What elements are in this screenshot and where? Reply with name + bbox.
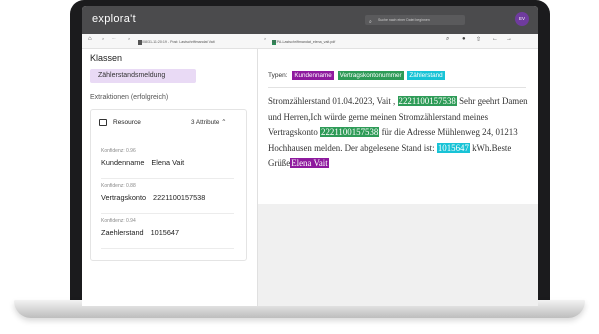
sidebar-left: Klassen Zählerstandsmeldung Extraktionen… <box>82 49 258 306</box>
types-label: Typen: <box>268 72 288 79</box>
entity-highlight-vertragskonto[interactable]: 2221100157538 <box>320 127 380 137</box>
divider <box>268 87 526 88</box>
breadcrumb-separator: > <box>128 37 131 41</box>
search-placeholder: Suche nach einer Datei beginnen <box>378 18 430 22</box>
extraktionen-title: Extraktionen (erfolgreich) <box>90 94 169 101</box>
document-viewer: Typen: Kundenname Vertragskontonummer Zä… <box>258 49 538 306</box>
breadcrumb-ellipsis[interactable]: ··· <box>112 37 116 41</box>
resource-name: Resource <box>113 119 141 126</box>
zoom-icon[interactable]: ⌕ <box>446 36 449 43</box>
attribute-key: Vertragskonto <box>101 193 147 202</box>
document-text: Stromzählerstand 01.04.2023, Vait , 2221… <box>268 96 528 168</box>
attribute-key: Zaehlerstand <box>101 228 144 237</box>
search-input[interactable]: ⌕ Suche nach einer Datei beginnen <box>365 15 465 25</box>
search-icon: ⌕ <box>369 19 372 25</box>
divider <box>101 213 234 214</box>
attribute-confidence: Konfidenz: 0.94 <box>101 218 136 224</box>
types-legend: Typen: Kundenname Vertragskontonummer Zä… <box>268 71 447 80</box>
type-chip-kundenname[interactable]: Kundenname <box>292 71 334 80</box>
attribute-count-toggle[interactable]: 3 Attribute ⌃ <box>191 119 226 126</box>
avatar[interactable]: EV <box>515 12 529 26</box>
share-icon[interactable]: ⇧ <box>476 36 481 43</box>
chevron-up-icon[interactable]: ⌃ <box>221 119 226 126</box>
attribute-value: 1015647 <box>150 228 180 237</box>
attribute-item: Konfidenz: 0.96 Kundenname Elena Vait <box>101 148 234 167</box>
entity-highlight-vertragskonto[interactable]: 2221100157538 <box>397 96 457 106</box>
class-chip[interactable]: Zählerstandsmeldung <box>90 69 196 83</box>
divider <box>101 178 234 179</box>
help-icon[interactable]: ● <box>462 36 466 42</box>
klassen-title: Klassen <box>90 53 123 63</box>
attribute-item: Konfidenz: 0.88 Vertragskonto 22211001575… <box>101 183 234 202</box>
viewer-background <box>258 204 538 306</box>
attribute-confidence: Konfidenz: 0.88 <box>101 183 136 189</box>
back-arrow-icon[interactable]: ← <box>492 36 498 42</box>
home-icon[interactable]: ⌂ <box>88 36 92 42</box>
type-chip-zaehlerstand[interactable]: Zählerstand <box>407 71 445 80</box>
entity-highlight-kundenname[interactable]: Elena Vait <box>290 158 329 168</box>
type-chip-vertragskontonummer[interactable]: Vertragskontonummer <box>337 71 404 80</box>
breadcrumb-separator: > <box>102 37 105 41</box>
app-screen: explora't ⌕ Suche nach einer Datei begin… <box>82 6 538 306</box>
divider <box>101 248 234 249</box>
forward-arrow-icon[interactable]: → <box>506 36 512 42</box>
attribute-value: Elena Vait <box>151 158 185 167</box>
attribute-item: Konfidenz: 0.94 Zaehlerstand 1015647 <box>101 218 234 237</box>
app-logo[interactable]: explora't <box>92 13 136 25</box>
resource-card: Resource 3 Attribute ⌃ Konfidenz: 0.96 K… <box>90 109 247 261</box>
attribute-confidence: Konfidenz: 0.96 <box>101 148 136 154</box>
breadcrumb: ⌂ > ··· > 23/08/31-11:20:19 - Post: Last… <box>82 34 538 49</box>
entity-highlight-zaehlerstand[interactable]: 1015647 <box>436 142 470 153</box>
resource-icon <box>99 119 107 126</box>
breadcrumb-separator: > <box>264 37 267 41</box>
attribute-value: 2221100157538 <box>153 193 206 202</box>
top-bar: explora't ⌕ Suche nach einer Datei begin… <box>82 6 538 34</box>
attribute-key: Kundenname <box>101 158 145 167</box>
